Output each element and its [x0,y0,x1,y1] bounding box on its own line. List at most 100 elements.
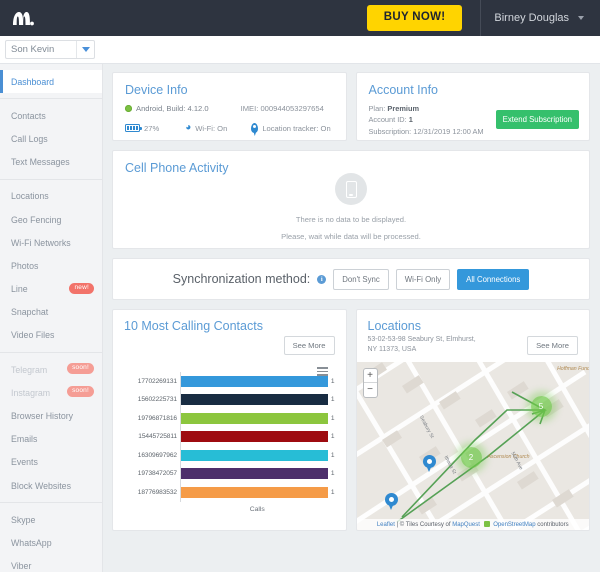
map-zoom-control[interactable]: + − [362,368,378,398]
chart-bar-wrapper: 1 [181,394,335,406]
sidebar-item-dashboard[interactable]: Dashboard [0,70,102,94]
sync-option-don-t-sync[interactable]: Don't Sync [333,268,389,290]
android-status-icon [125,105,132,112]
map-place-label: Hoffman Fund [557,366,589,372]
contacts-bar-chart: 17702269131 1 15602225731 1 19796871816 1 1544… [124,372,335,524]
sidebar-item-label: Emails [11,434,38,445]
chart-x-axis-label: Calls [249,505,265,513]
chart-bar[interactable] [181,468,328,480]
chart-category-label: 16309697962 [137,451,177,459]
sidebar-item-viber[interactable]: Viber [0,555,102,572]
chart-bar-value: 1 [330,414,335,422]
sidebar-item-skype[interactable]: Skype [0,508,102,531]
contacts-see-more-button[interactable]: See More [283,336,335,355]
mapquest-link[interactable]: MapQuest [452,522,480,528]
sidebar-item-instagram[interactable]: Instagram soon! [0,381,102,404]
chevron-down-icon [81,47,90,52]
chart-category-label: 17702269131 [137,377,177,385]
sidebar-item-photos[interactable]: Photos [0,254,102,277]
sidebar-item-telegram[interactable]: Telegram soon! [0,358,102,381]
sidebar-item-text-messages[interactable]: Text Messages [0,151,102,174]
sidebar-item-label: Line [11,284,28,295]
sidebar-item-label: Dashboard [11,76,55,87]
sidebar: Dashboard Contacts Call Logs Text Messages L… [0,64,103,572]
sidebar-item-contacts[interactable]: Contacts [0,104,102,127]
openstreetmap-link[interactable]: OpenStreetMap [493,522,535,528]
account-info-title: Account Info [368,83,439,97]
sidebar-item-snapchat[interactable]: Snapchat [0,301,102,324]
sidebar-item-events[interactable]: Events [0,451,102,474]
sidebar-item-emails[interactable]: Emails [0,428,102,451]
main-content: Device Info Android, Build: 4.12.0 IMEI:… [103,64,600,572]
chart-bar[interactable] [181,449,328,461]
attrib-sep: | [396,521,399,528]
locations-title: Locations [367,319,422,333]
sidebar-item-whatsapp[interactable]: WhatsApp [0,531,102,554]
bottom-row: 10 Most Calling Contacts See More 177022… [112,309,590,540]
sidebar-item-geo-fencing[interactable]: Geo Fencing [0,208,102,231]
page-body: Dashboard Contacts Call Logs Text Messages L… [0,64,600,572]
info-icon[interactable]: i [317,274,327,284]
device-select-dropdown-toggle[interactable] [76,41,94,58]
leaflet-link[interactable]: Leaflet [377,522,395,528]
sidebar-item-label: Block Websites [11,480,71,491]
chart-bar-wrapper: 1 [181,431,335,443]
map-cluster-marker[interactable]: 5 [530,396,552,417]
sidebar-item-locations[interactable]: Locations [0,185,102,208]
chart-bar[interactable] [181,486,328,498]
map-place-label: Ascension Church [487,454,530,460]
sidebar-divider [0,178,102,180]
sidebar-item-video-files[interactable]: Video Files [0,324,102,347]
sidebar-item-label: Events [11,457,38,468]
device-info-column: Device Info Android, Build: 4.12.0 IMEI:… [112,72,347,150]
map-cluster-marker[interactable]: 2 [460,447,482,468]
sync-option-all-connections[interactable]: All Connections [457,268,530,290]
extend-subscription-button[interactable]: Extend Subscription [495,110,579,129]
map-zoom-out-button[interactable]: − [364,383,377,397]
sync-method-card: Synchronization method: i Don't Sync Wi-F… [112,258,590,300]
location-tracker-label: Location tracker: On [262,123,331,133]
locations-see-more-button[interactable]: See More [527,336,578,355]
sidebar-item-call-logs[interactable]: Call Logs [0,127,102,150]
sidebar-item-label: Skype [11,514,36,525]
sync-option-wi-fi-only[interactable]: Wi-Fi Only [395,268,451,290]
locations-header: Locations 53-02-53-98 Seabury St, Elmhur… [357,310,590,361]
chart-bar[interactable] [181,394,328,406]
map-location-pin[interactable] [422,455,436,473]
account-plan-label: Plan: [368,104,386,113]
chart-bar-row: 15445725811 1 [124,427,335,446]
user-menu[interactable]: Birney Douglas [481,12,590,24]
mspy-logo-icon[interactable] [12,8,34,28]
chart-bar-wrapper: 1 [181,412,335,424]
sidebar-item-wi-fi-networks[interactable]: Wi-Fi Networks [0,231,102,254]
activity-empty-state: There is no data to be displayed. Please… [113,173,589,241]
device-select-value: Son Kevin [11,44,55,55]
map-canvas[interactable]: + − 5 2 Ascension Church Hoffman Fund Se… [356,362,589,530]
map-zoom-in-button[interactable]: + [363,369,377,383]
chart-bar[interactable] [181,412,328,424]
battery-label: 27% [144,123,160,133]
device-imei-label: IMEI: 000944053297654 [240,104,324,113]
chart-bar[interactable] [181,431,328,443]
chart-bar-value: 1 [330,433,335,441]
activity-empty-line1: There is no data to be displayed. [295,215,407,224]
sidebar-divider [0,98,102,100]
sidebar-item-label: WhatsApp [11,537,52,548]
sidebar-item-block-websites[interactable]: Block Websites [0,474,102,497]
device-select[interactable]: Son Kevin [5,40,95,59]
activity-empty-line2: Please, wait while data will be processe… [281,232,421,241]
mapquest-icon [483,520,490,527]
sync-options-group: Don't Sync Wi-Fi Only All Connections [333,268,530,290]
sidebar-item-label: Video Files [11,330,55,341]
chart-bar-value: 1 [330,470,335,478]
sidebar-item-label: Snapchat [11,307,49,318]
buy-now-button[interactable]: BUY NOW! [366,5,463,31]
map-location-pin[interactable] [384,493,398,511]
sidebar-item-label: Geo Fencing [11,214,62,225]
sidebar-item-line[interactable]: Line new! [0,278,102,301]
sidebar-item-browser-history[interactable]: Browser History [0,404,102,427]
chart-bar[interactable] [181,375,328,387]
account-id-value: 1 [408,115,413,125]
most-calling-contacts-card: 10 Most Calling Contacts See More 177022… [112,309,347,531]
chart-bar-wrapper: 1 [181,468,335,480]
